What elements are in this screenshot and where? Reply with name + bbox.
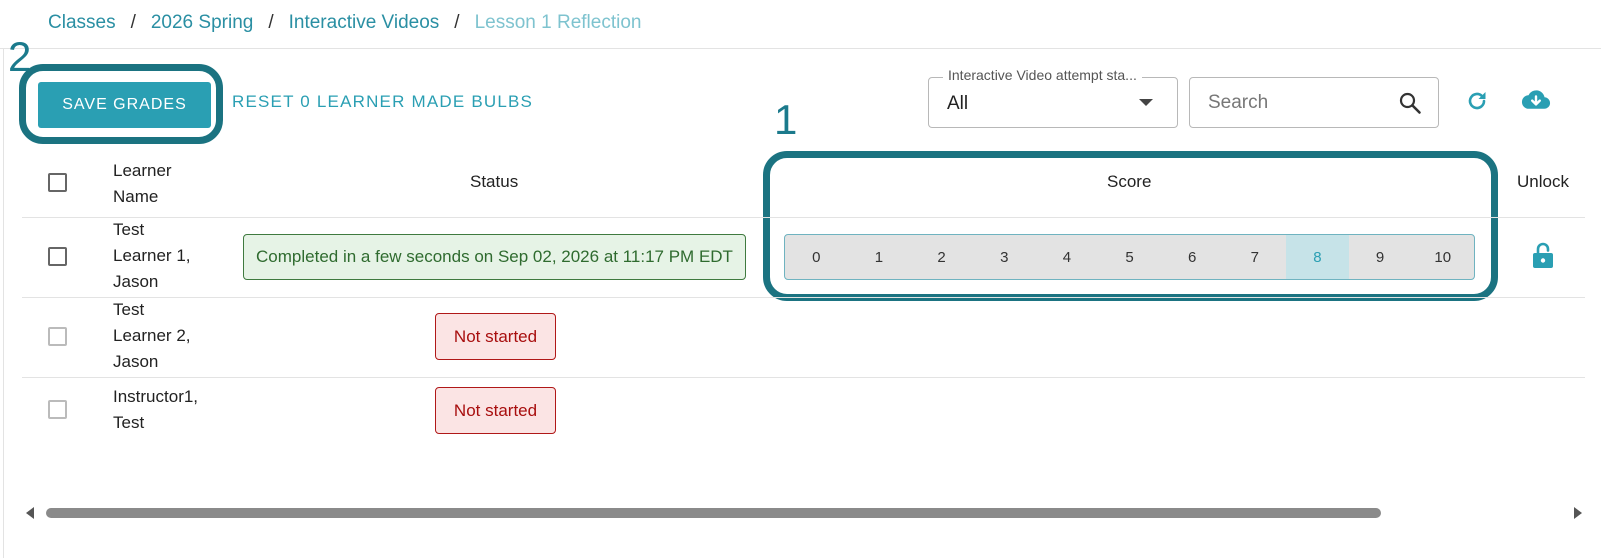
learner-name-line: Jason — [113, 272, 159, 291]
score-option-9[interactable]: 9 — [1349, 235, 1412, 279]
row-divider — [22, 297, 1585, 298]
score-option-7[interactable]: 7 — [1223, 235, 1286, 279]
save-grades-button[interactable]: SAVE GRADES — [38, 82, 211, 128]
header-name-line1: Learner — [113, 161, 172, 180]
search-field[interactable] — [1189, 77, 1439, 128]
cloud-download-icon[interactable] — [1521, 88, 1551, 112]
horizontal-scrollbar[interactable] — [26, 505, 1582, 521]
column-header-status: Status — [470, 172, 519, 191]
learner-name-line: Test — [113, 413, 145, 432]
learner-name-line: Learner 2, — [113, 326, 191, 345]
row-2-checkbox[interactable] — [48, 327, 67, 346]
learner-name-line: Jason — [113, 352, 159, 371]
status-badge-not-started: Not started — [435, 387, 556, 434]
score-option-8[interactable]: 8 — [1286, 235, 1349, 279]
search-icon[interactable] — [1398, 91, 1422, 115]
learner-name-line: Test — [113, 300, 145, 319]
breadcrumb-interactive-videos[interactable]: Interactive Videos — [289, 12, 440, 34]
row-1-checkbox[interactable] — [48, 247, 67, 266]
select-all-checkbox[interactable] — [48, 173, 67, 192]
learner-name-line: Instructor1, — [113, 387, 199, 406]
column-header-unlock: Unlock — [1517, 172, 1569, 191]
content-border — [3, 48, 4, 558]
refresh-icon[interactable] — [1465, 89, 1489, 113]
breadcrumb: Classes / 2026 Spring / Interactive Vide… — [48, 12, 641, 34]
learner-name: Test Learner 2, Jason — [113, 297, 223, 375]
column-header-learner-name[interactable]: Learner Name — [113, 158, 172, 210]
breadcrumb-current-lesson: Lesson 1 Reflection — [474, 12, 642, 33]
learner-name-line: Learner 1, — [113, 246, 191, 265]
score-option-0[interactable]: 0 — [785, 235, 848, 279]
attempt-status-value: All — [947, 93, 969, 114]
score-option-3[interactable]: 3 — [973, 235, 1036, 279]
scroll-right-arrow-icon[interactable] — [1574, 507, 1582, 519]
score-option-4[interactable]: 4 — [1036, 235, 1099, 279]
attempt-status-select[interactable]: Interactive Video attempt sta... All — [928, 67, 1178, 128]
header-divider — [0, 48, 1601, 49]
row-divider — [22, 377, 1585, 378]
breadcrumb-separator: / — [268, 12, 274, 33]
scroll-left-arrow-icon[interactable] — [26, 507, 34, 519]
callout-number-1: 1 — [774, 96, 798, 143]
score-option-1[interactable]: 1 — [848, 235, 911, 279]
score-selector: 0 1 2 3 4 5 6 7 8 9 10 — [784, 234, 1475, 280]
row-3-checkbox[interactable] — [48, 400, 67, 419]
header-name-line2: Name — [113, 187, 159, 206]
row-divider — [22, 217, 1585, 218]
status-badge-completed: Completed in a few seconds on Sep 02, 20… — [243, 234, 746, 280]
score-option-6[interactable]: 6 — [1161, 235, 1224, 279]
search-input[interactable] — [1208, 91, 1388, 115]
score-option-5[interactable]: 5 — [1098, 235, 1161, 279]
caret-down-icon — [1139, 99, 1153, 106]
status-badge-not-started: Not started — [435, 313, 556, 360]
lock-icon[interactable] — [1533, 242, 1553, 268]
learner-name-line: Test — [113, 220, 145, 239]
score-option-10[interactable]: 10 — [1411, 235, 1474, 279]
breadcrumb-term[interactable]: 2026 Spring — [151, 12, 253, 34]
learner-name: Instructor1, Test — [113, 384, 223, 436]
breadcrumb-separator: / — [130, 12, 136, 33]
attempt-status-label: Interactive Video attempt sta... — [943, 67, 1142, 83]
breadcrumb-separator: / — [454, 12, 460, 33]
learner-name: Test Learner 1, Jason — [113, 217, 223, 295]
column-header-score: Score — [1107, 172, 1152, 191]
breadcrumb-classes[interactable]: Classes — [48, 12, 116, 34]
scroll-thumb[interactable] — [46, 508, 1381, 518]
reset-bulbs-button[interactable]: RESET 0 LEARNER MADE BULBS — [232, 92, 533, 112]
score-option-2[interactable]: 2 — [910, 235, 973, 279]
